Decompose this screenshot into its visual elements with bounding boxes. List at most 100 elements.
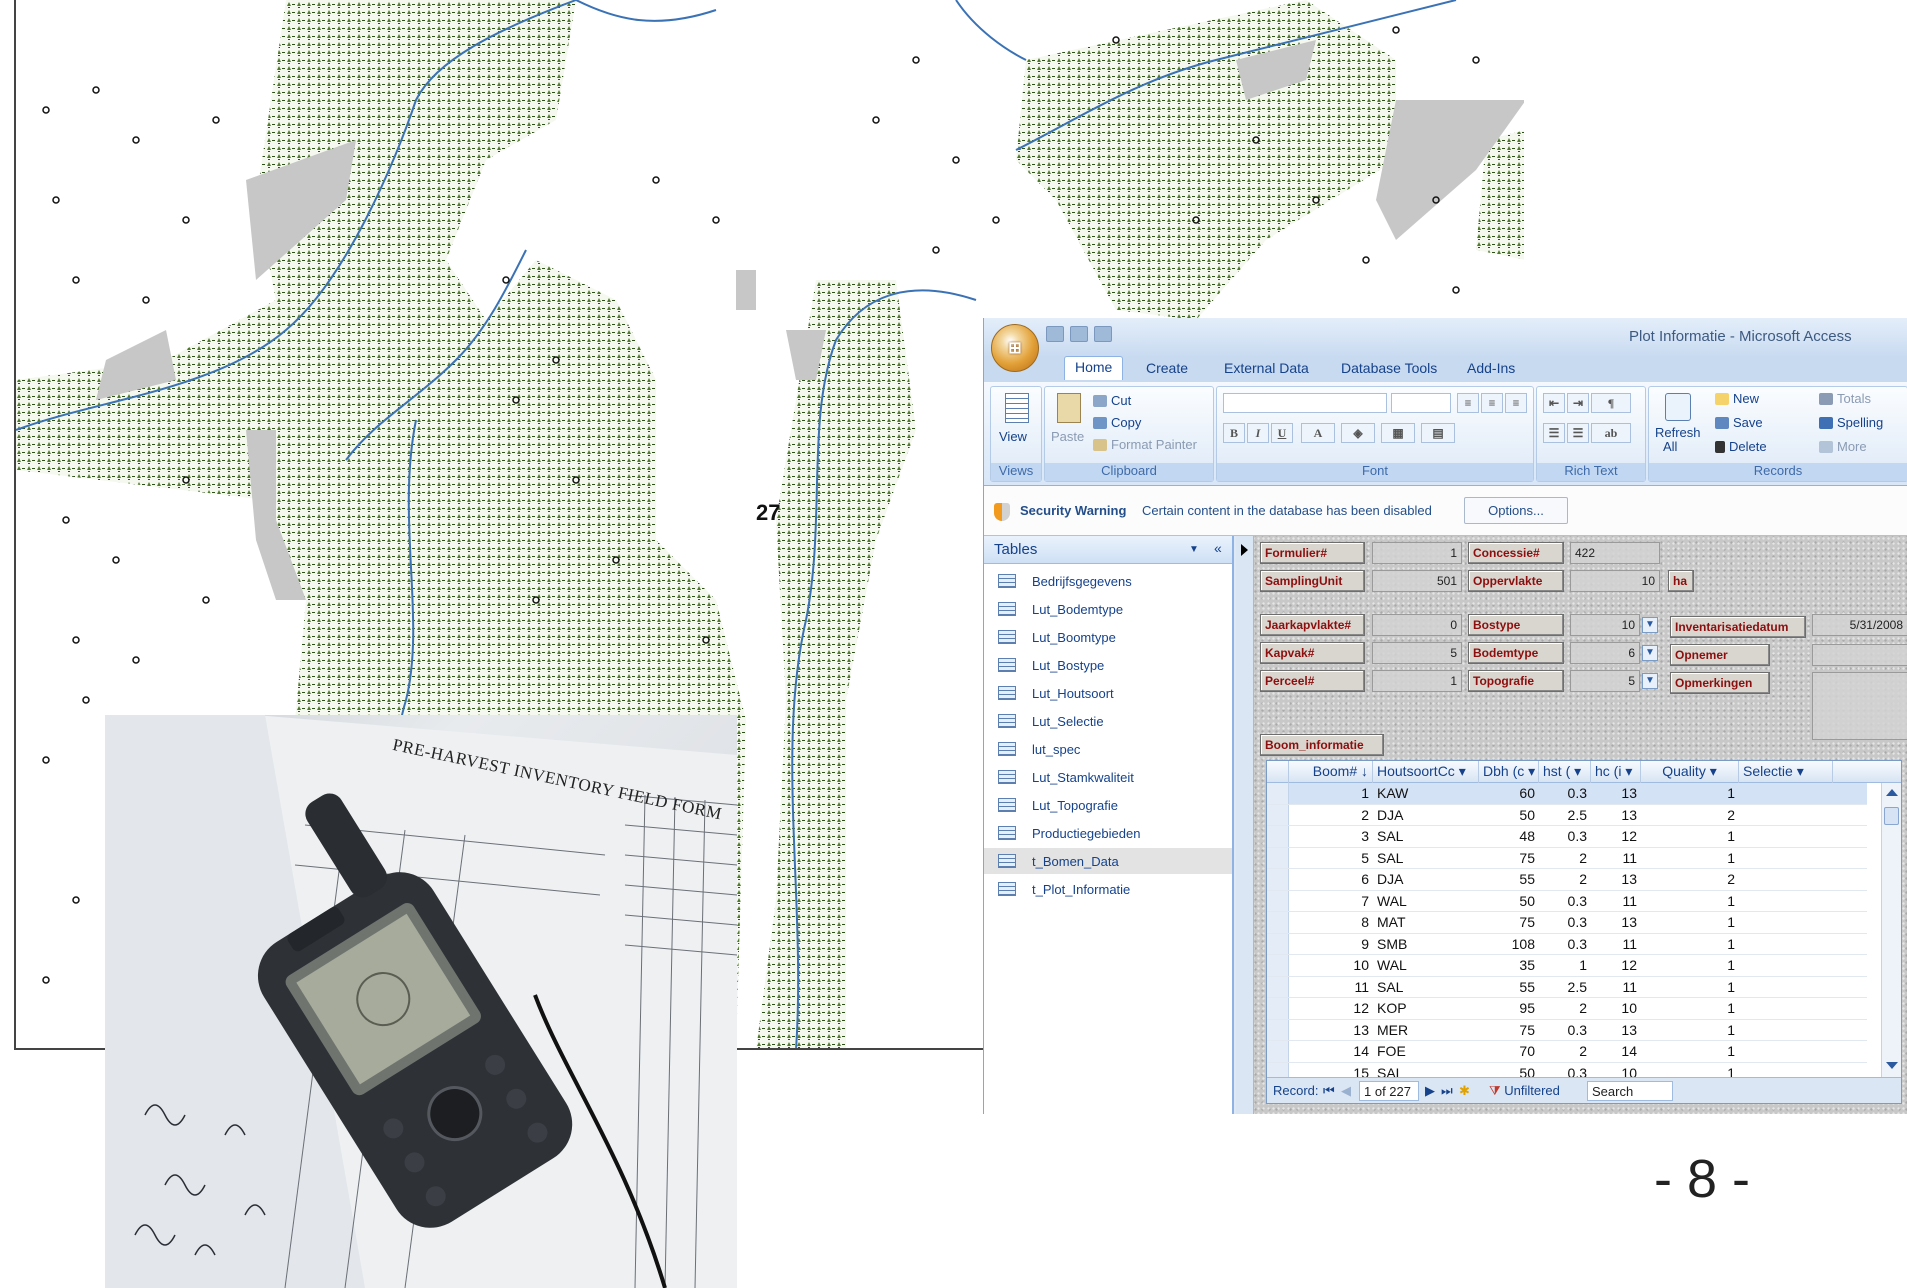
cell-houtsoort[interactable]: SMB <box>1377 936 1477 952</box>
nav-item-lut-stamkwaliteit[interactable]: Lut_Stamkwaliteit <box>984 764 1232 790</box>
cell-hc[interactable]: 12 <box>1591 828 1637 844</box>
cell-dbh[interactable]: 50 <box>1479 807 1535 823</box>
cell-houtsoort[interactable]: MER <box>1377 1022 1477 1038</box>
cell-dbh[interactable]: 75 <box>1479 850 1535 866</box>
column-header-houtsoort[interactable]: HoutsoortCc ▾ <box>1373 761 1479 783</box>
formulier-field[interactable]: 1 <box>1372 542 1462 564</box>
column-header-selectie[interactable]: Selectie ▾ <box>1739 761 1833 783</box>
oppervlakte-field[interactable]: 10 <box>1570 570 1660 592</box>
fill-color-button[interactable]: ◈ <box>1341 423 1375 443</box>
perceel-field[interactable]: 1 <box>1372 670 1462 692</box>
cell-houtsoort[interactable]: KOP <box>1377 1000 1477 1016</box>
cell-hst[interactable]: 2 <box>1539 1043 1587 1059</box>
cell-dbh[interactable]: 108 <box>1479 936 1535 952</box>
cell-quality[interactable]: 2 <box>1641 871 1735 887</box>
decrease-indent-button[interactable]: ⇤ <box>1543 393 1565 413</box>
cell-hst[interactable]: 0.3 <box>1539 828 1587 844</box>
column-header-hc[interactable]: hc (i ▾ <box>1591 761 1641 783</box>
nav-pane-header[interactable]: Tables ▼ « <box>984 536 1232 564</box>
samplingunit-field[interactable]: 501 <box>1372 570 1462 592</box>
vertical-scrollbar[interactable] <box>1881 783 1901 1077</box>
table-row[interactable]: 5 SAL 75 2 11 1 <box>1267 847 1867 869</box>
align-right-button[interactable]: ≡ <box>1505 393 1527 413</box>
italic-button[interactable]: I <box>1247 423 1269 443</box>
bullets-button[interactable]: ☰ <box>1567 423 1589 443</box>
cell-hc[interactable]: 10 <box>1591 1000 1637 1016</box>
font-name-select[interactable] <box>1223 393 1387 413</box>
spelling-button[interactable]: Spelling <box>1819 415 1883 430</box>
nav-item-lut-houtsoort[interactable]: Lut_Houtsoort <box>984 680 1232 706</box>
kapvak-field[interactable]: 5 <box>1372 642 1462 664</box>
cell-boom[interactable]: 3 <box>1289 828 1369 844</box>
cell-boom[interactable]: 10 <box>1289 957 1369 973</box>
underline-button[interactable]: U <box>1271 423 1293 443</box>
nav-item-lut-selectie[interactable]: Lut_Selectie <box>984 708 1232 734</box>
previous-record-icon[interactable]: ◀ <box>1341 1083 1351 1099</box>
row-selector[interactable] <box>1267 1019 1289 1040</box>
row-selector[interactable] <box>1267 933 1289 954</box>
topografie-dropdown-icon[interactable]: ▼ <box>1642 673 1658 689</box>
font-color-button[interactable]: A <box>1301 423 1335 443</box>
office-button[interactable]: ⊞ <box>991 324 1039 372</box>
row-selector[interactable] <box>1267 890 1289 911</box>
cut-button[interactable]: Cut <box>1093 393 1131 408</box>
cell-dbh[interactable]: 50 <box>1479 893 1535 909</box>
topografie-combo[interactable]: 5 <box>1570 670 1640 692</box>
cell-boom[interactable]: 2 <box>1289 807 1369 823</box>
cell-hc[interactable]: 11 <box>1591 850 1637 866</box>
nav-item-t-bomen-data[interactable]: t_Bomen_Data <box>984 848 1232 874</box>
cell-dbh[interactable]: 75 <box>1479 1022 1535 1038</box>
cell-hc[interactable]: 14 <box>1591 1043 1637 1059</box>
new-record-button[interactable]: New <box>1715 391 1759 406</box>
cell-hc[interactable]: 11 <box>1591 979 1637 995</box>
bodemtype-combo[interactable]: 6 <box>1570 642 1640 664</box>
cell-boom[interactable]: 8 <box>1289 914 1369 930</box>
current-record-box[interactable]: 1 of 227 <box>1359 1081 1419 1101</box>
cell-hst[interactable]: 0.3 <box>1539 1022 1587 1038</box>
table-row[interactable]: 9 SMB 108 0.3 11 1 <box>1267 933 1867 955</box>
row-selector[interactable] <box>1267 912 1289 933</box>
cell-dbh[interactable]: 75 <box>1479 914 1535 930</box>
nav-item-lut-bodemtype[interactable]: Lut_Bodemtype <box>984 596 1232 622</box>
search-box[interactable]: Search <box>1587 1081 1673 1101</box>
cell-boom[interactable]: 7 <box>1289 893 1369 909</box>
delete-record-button[interactable]: Delete <box>1715 439 1767 454</box>
cell-houtsoort[interactable]: SAL <box>1377 828 1477 844</box>
cell-quality[interactable]: 1 <box>1641 1043 1735 1059</box>
alternate-fill-button[interactable]: ▤ <box>1421 423 1455 443</box>
font-size-select[interactable] <box>1391 393 1451 413</box>
cell-hc[interactable]: 13 <box>1591 785 1637 801</box>
table-row[interactable]: 2 DJA 50 2.5 13 2 <box>1267 804 1867 826</box>
tab-home[interactable]: Home <box>1064 356 1124 380</box>
cell-houtsoort[interactable]: MAT <box>1377 914 1477 930</box>
save-icon[interactable] <box>1046 326 1064 342</box>
cell-hst[interactable]: 2 <box>1539 871 1587 887</box>
cell-hst[interactable]: 0.3 <box>1539 914 1587 930</box>
column-header-quality[interactable]: Quality ▾ <box>1641 761 1739 783</box>
increase-indent-button[interactable]: ⇥ <box>1567 393 1589 413</box>
cell-hst[interactable]: 0.3 <box>1539 893 1587 909</box>
cell-boom[interactable]: 11 <box>1289 979 1369 995</box>
cell-quality[interactable]: 1 <box>1641 785 1735 801</box>
filter-status[interactable]: ⧩ Unfiltered <box>1489 1083 1560 1099</box>
cell-houtsoort[interactable]: WAL <box>1377 957 1477 973</box>
table-row[interactable]: 13 MER 75 0.3 13 1 <box>1267 1019 1867 1041</box>
cell-hc[interactable]: 13 <box>1591 871 1637 887</box>
cell-houtsoort[interactable]: DJA <box>1377 807 1477 823</box>
select-all-corner[interactable] <box>1267 761 1289 783</box>
format-painter-button[interactable]: Format Painter <box>1093 437 1197 452</box>
cell-dbh[interactable]: 95 <box>1479 1000 1535 1016</box>
column-header-hst[interactable]: hst ( ▾ <box>1539 761 1591 783</box>
row-selector[interactable] <box>1267 976 1289 997</box>
cell-hc[interactable]: 13 <box>1591 807 1637 823</box>
table-row[interactable]: 11 SAL 55 2.5 11 1 <box>1267 976 1867 998</box>
row-selector[interactable] <box>1267 955 1289 976</box>
paragraph-button[interactable]: ¶ <box>1591 393 1631 413</box>
row-selector[interactable] <box>1267 804 1289 825</box>
bostype-dropdown-icon[interactable]: ▼ <box>1642 617 1658 633</box>
row-selector[interactable] <box>1267 847 1289 868</box>
bostype-combo[interactable]: 10 <box>1570 614 1640 636</box>
opmerkingen-field[interactable] <box>1812 672 1907 740</box>
totals-button[interactable]: Totals <box>1819 391 1871 406</box>
table-row[interactable]: 12 KOP 95 2 10 1 <box>1267 998 1867 1020</box>
